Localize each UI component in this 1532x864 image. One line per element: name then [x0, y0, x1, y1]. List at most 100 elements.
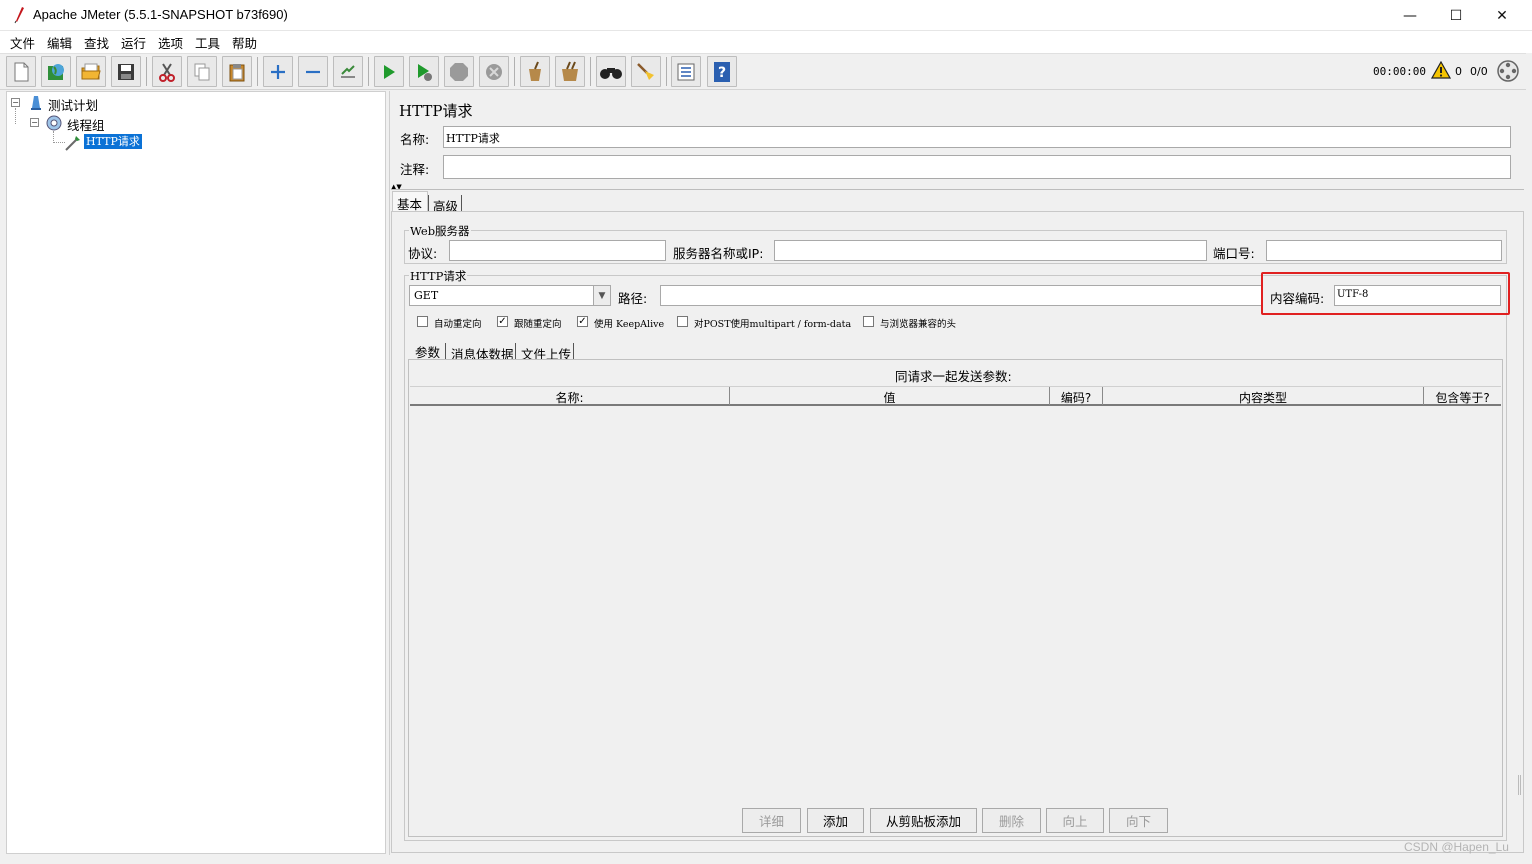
start-icon[interactable]: [374, 56, 404, 87]
name-label: 名称:: [400, 132, 430, 147]
paste-icon[interactable]: [222, 56, 252, 87]
column-name[interactable]: 名称:: [410, 387, 730, 405]
warning-icon[interactable]: [1431, 61, 1451, 79]
shutdown-icon[interactable]: [479, 56, 509, 87]
method-value: GET: [414, 289, 439, 302]
name-field[interactable]: HTTP请求: [443, 126, 1511, 148]
parameters-table-body[interactable]: [410, 406, 1501, 804]
menu-file[interactable]: 文件: [10, 33, 35, 52]
cut-icon[interactable]: [152, 56, 182, 87]
stop-icon[interactable]: [444, 56, 474, 87]
tree-item-http-request-wrap: HTTP请求: [84, 133, 142, 149]
parameters-title: 同请求一起发送参数:: [895, 369, 1012, 384]
protocol-field[interactable]: [449, 240, 666, 261]
thread-group-icon: [46, 115, 62, 131]
chevron-down-icon[interactable]: ▼: [593, 286, 610, 305]
menu-help[interactable]: 帮助: [232, 33, 257, 52]
move-up-button[interactable]: 向上: [1046, 808, 1104, 833]
browser-headers-checkbox[interactable]: [863, 316, 874, 327]
keepalive-label: 使用 KeepAlive: [594, 319, 665, 330]
menu-tools[interactable]: 工具: [195, 33, 220, 52]
port-label: 端口号:: [1213, 246, 1255, 261]
detail-button[interactable]: 详细: [742, 808, 801, 833]
tree-connector: [15, 108, 16, 124]
maximize-icon[interactable]: ☐: [1433, 0, 1479, 31]
toolbar-separator: [146, 57, 147, 86]
svg-text:?: ?: [718, 65, 726, 81]
menu-edit[interactable]: 编辑: [47, 33, 72, 52]
toolbar-separator: [514, 57, 515, 86]
http-request-title: HTTP请求: [409, 268, 468, 284]
tab-separator: [461, 195, 462, 211]
follow-redirect-checkbox[interactable]: ✓: [497, 316, 508, 327]
port-field[interactable]: [1266, 240, 1502, 261]
web-server-title: Web服务器: [409, 223, 471, 239]
toolbar-separator: [368, 57, 369, 86]
clear-all-icon[interactable]: [555, 56, 585, 87]
open-icon[interactable]: [76, 56, 106, 87]
help-icon[interactable]: ?: [707, 56, 737, 87]
delete-button[interactable]: 删除: [982, 808, 1041, 833]
tab-separator: [573, 343, 574, 359]
menu-bar: [0, 31, 1532, 53]
clear-icon[interactable]: [520, 56, 550, 87]
toolbar-separator: [257, 57, 258, 86]
tree-item-http-request[interactable]: HTTP请求: [84, 134, 142, 149]
server-field[interactable]: [774, 240, 1207, 261]
comment-field[interactable]: [443, 155, 1511, 179]
scrollbar-handle[interactable]: [1518, 775, 1521, 795]
copy-icon[interactable]: [187, 56, 217, 87]
comment-label: 注释:: [400, 162, 430, 177]
search-icon[interactable]: [596, 56, 626, 87]
tab-separator: [515, 343, 516, 359]
function-helper-icon[interactable]: [671, 56, 701, 87]
path-label: 路径:: [618, 291, 648, 306]
keepalive-checkbox[interactable]: ✓: [577, 316, 588, 327]
menu-search[interactable]: 查找: [84, 33, 109, 52]
test-plan-icon: [31, 96, 41, 110]
tree-item-test-plan[interactable]: 测试计划: [48, 95, 98, 114]
reset-search-icon[interactable]: [631, 56, 661, 87]
test-plan-tree: [6, 91, 386, 854]
panel-heading: HTTP请求: [399, 102, 473, 120]
column-include-equals[interactable]: 包含等于?: [1424, 387, 1501, 405]
menu-run[interactable]: 运行: [121, 33, 146, 52]
menu-options[interactable]: 选项: [158, 33, 183, 52]
protocol-label: 协议:: [408, 246, 438, 261]
minimize-icon[interactable]: —: [1387, 0, 1433, 31]
multipart-label: 对POST使用multipart / form-data: [694, 319, 852, 330]
move-down-button[interactable]: 向下: [1109, 808, 1168, 833]
highlight-box: [1261, 272, 1510, 315]
start-no-pause-icon[interactable]: [409, 56, 439, 87]
follow-redirect-label: 跟随重定向: [514, 319, 562, 330]
expand-icon[interactable]: [263, 56, 293, 87]
path-field[interactable]: [660, 285, 1262, 306]
column-encode[interactable]: 编码?: [1050, 387, 1103, 405]
watermark: CSDN @Hapen_Lu: [1404, 840, 1509, 854]
column-content-type[interactable]: 内容类型: [1103, 387, 1424, 405]
add-button[interactable]: 添加: [807, 808, 864, 833]
toggle-icon[interactable]: [333, 56, 363, 87]
multipart-checkbox[interactable]: [677, 316, 688, 327]
tree-collapse-toggle[interactable]: −: [11, 98, 20, 107]
auto-redirect-checkbox[interactable]: [417, 316, 428, 327]
tree-item-thread-group[interactable]: 线程组: [67, 115, 105, 134]
tree-collapse-toggle[interactable]: −: [30, 118, 39, 127]
active-threads: 0/0: [1470, 65, 1488, 78]
new-icon[interactable]: [6, 56, 36, 87]
save-icon[interactable]: [111, 56, 141, 87]
collapse-icon[interactable]: [298, 56, 328, 87]
window-title: Apache JMeter (5.5.1-SNAPSHOT b73f690): [33, 7, 288, 22]
add-from-clipboard-button[interactable]: 从剪贴板添加: [870, 808, 977, 833]
tab-separator: [428, 195, 429, 211]
browser-headers-label: 与浏览器兼容的头: [880, 319, 957, 330]
divider: [391, 189, 1524, 190]
close-icon[interactable]: ✕: [1479, 0, 1525, 31]
auto-redirect-label: 自动重定向: [434, 319, 482, 330]
tab-separator: [445, 343, 446, 359]
templates-icon[interactable]: [41, 56, 71, 87]
method-select[interactable]: GET: [409, 285, 611, 306]
column-value[interactable]: 值: [730, 387, 1050, 405]
toolbar-separator: [666, 57, 667, 86]
warning-count: 0: [1455, 65, 1462, 78]
